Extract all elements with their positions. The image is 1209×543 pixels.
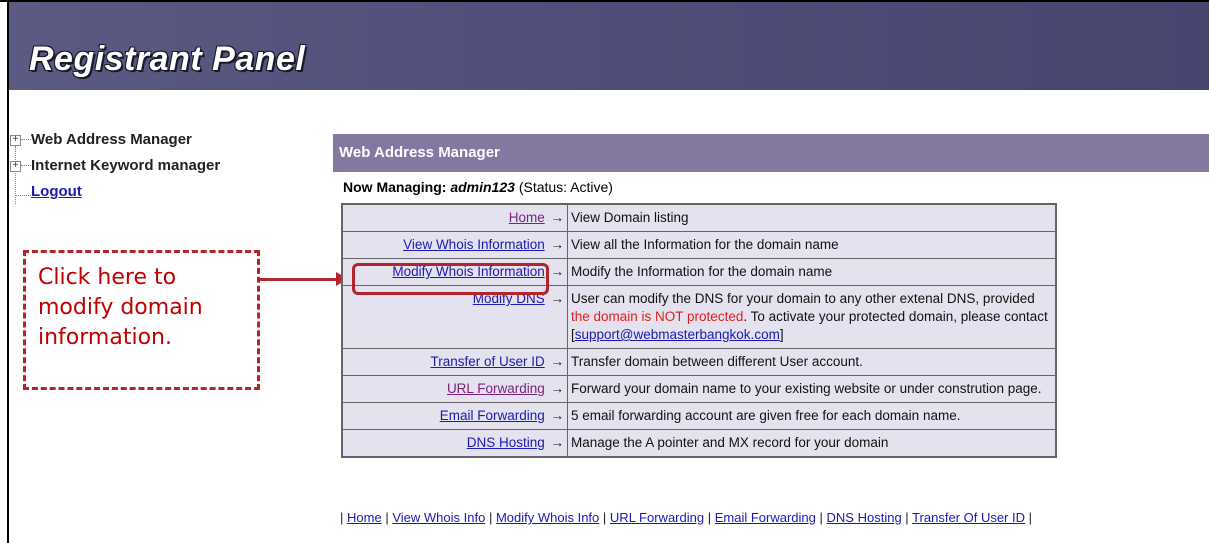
managed-user: admin123	[450, 179, 515, 195]
footer-link-dns-hosting[interactable]: DNS Hosting	[827, 510, 902, 525]
table-row: Transfer of User ID → Transfer domain be…	[341, 348, 1057, 376]
now-managing-label: Now Managing:	[343, 179, 447, 195]
status-text: (Status: Active)	[518, 179, 613, 195]
row-description: View Domain listing	[567, 203, 1057, 232]
row-description: Manage the A pointer and MX record for y…	[567, 429, 1057, 458]
row-description: User can modify the DNS for your domain …	[567, 285, 1057, 349]
table-row: URL Forwarding → Forward your domain nam…	[341, 375, 1057, 403]
footer-link-home[interactable]: Home	[347, 510, 382, 525]
row-description: View all the Information for the domain …	[567, 231, 1057, 259]
expand-icon[interactable]: +	[10, 135, 21, 146]
footer-nav: | Home | View Whois Info | Modify Whois …	[340, 510, 1033, 525]
sidebar-item-label: Web Address Manager	[31, 131, 192, 148]
table-row: Email Forwarding → 5 email forwarding ac…	[341, 402, 1057, 430]
table-row: DNS Hosting → Manage the A pointer and M…	[341, 429, 1057, 458]
logout-link[interactable]: Logout	[31, 182, 82, 202]
url-forwarding-link[interactable]: URL Forwarding	[447, 381, 545, 396]
view-whois-link[interactable]: View Whois Information	[403, 237, 545, 252]
section-title: Web Address Manager	[333, 134, 1209, 172]
row-description: Forward your domain name to your existin…	[567, 375, 1057, 403]
footer-link-view-whois[interactable]: View Whois Info	[392, 510, 485, 525]
table-row: View Whois Information → View all the In…	[341, 231, 1057, 259]
app-title: Registrant Panel	[29, 40, 306, 78]
footer-link-modify-whois[interactable]: Modify Whois Info	[496, 510, 599, 525]
row-description: Transfer domain between different User a…	[567, 348, 1057, 376]
row-description: Modify the Information for the domain na…	[567, 258, 1057, 286]
email-forwarding-link[interactable]: Email Forwarding	[440, 408, 545, 423]
function-menu-table: Home → View Domain listing View Whois In…	[341, 203, 1057, 458]
footer-link-transfer-user-id[interactable]: Transfer Of User ID	[912, 510, 1025, 525]
sidebar-item-label: Internet Keyword manager	[31, 157, 221, 174]
transfer-user-id-link[interactable]: Transfer of User ID	[430, 354, 544, 369]
now-managing-line: Now Managing: admin123 (Status: Active)	[343, 179, 613, 195]
annotation-callout-text: Click here to modify domain information.	[38, 265, 203, 350]
footer-link-email-forwarding[interactable]: Email Forwarding	[715, 510, 816, 525]
annotation-arrow-line	[260, 278, 340, 281]
home-link[interactable]: Home	[509, 210, 545, 225]
expand-icon[interactable]: +	[10, 161, 21, 172]
footer-link-url-forwarding[interactable]: URL Forwarding	[610, 510, 704, 525]
dns-hosting-link[interactable]: DNS Hosting	[467, 435, 545, 450]
support-email-link[interactable]: support@webmasterbangkok.com	[575, 327, 780, 342]
table-row: Home → View Domain listing	[341, 203, 1057, 232]
protected-warning: the domain is NOT protected	[571, 309, 744, 324]
annotation-highlight-box	[352, 263, 549, 295]
row-description: 5 email forwarding account are given fre…	[567, 402, 1057, 430]
